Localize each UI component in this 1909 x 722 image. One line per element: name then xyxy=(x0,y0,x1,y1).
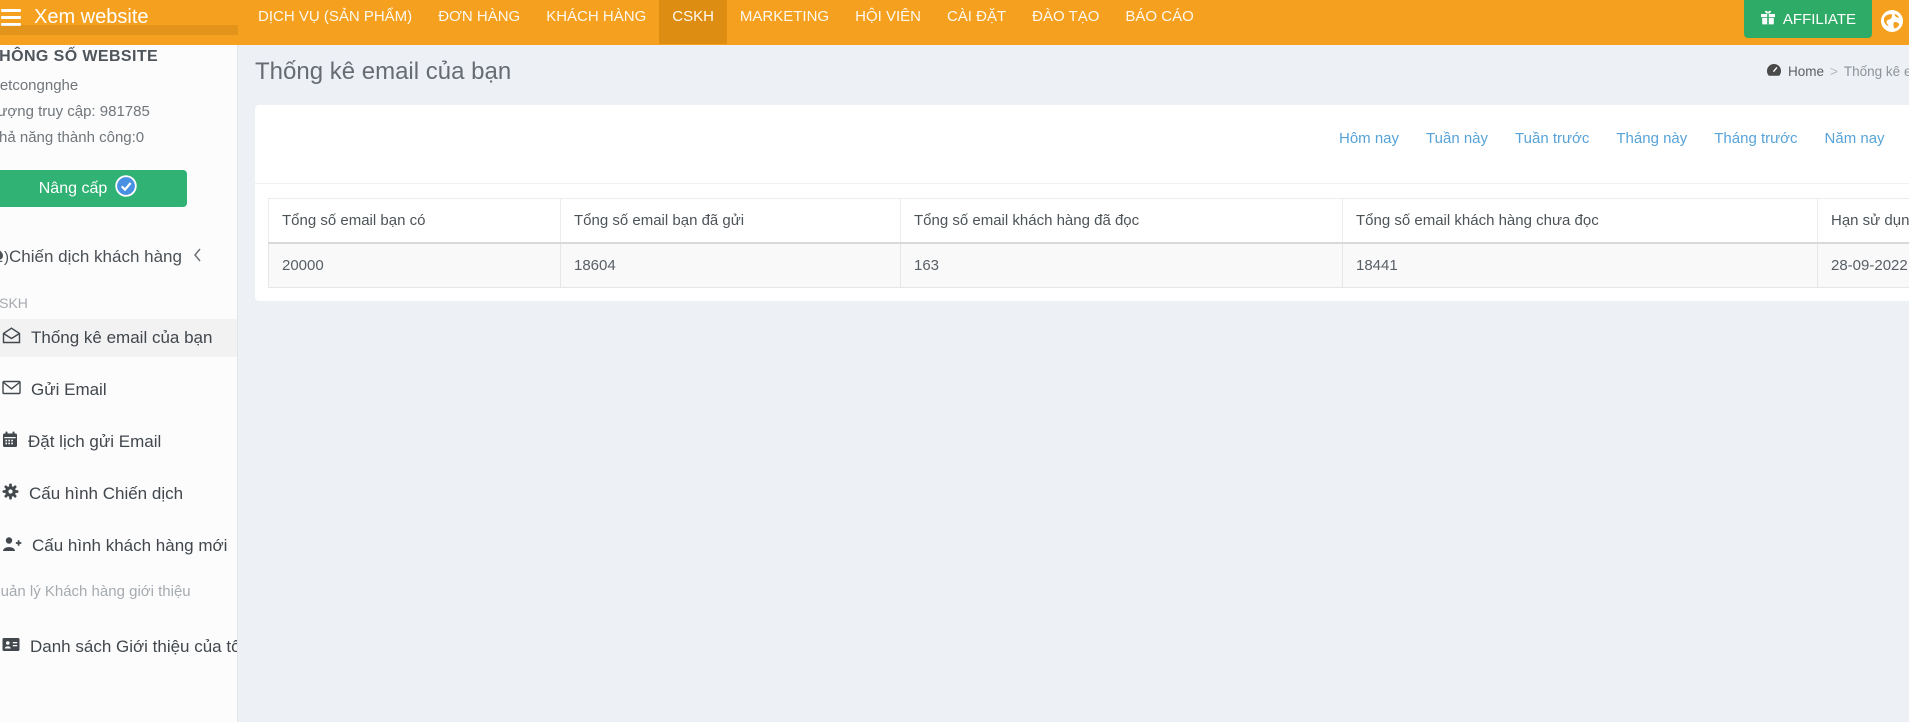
affiliate-label: AFFILIATE xyxy=(1782,10,1856,28)
upgrade-button[interactable]: Nâng cấp xyxy=(0,170,187,207)
table-row: 20000 18604 163 18441 28-09-2022 xyxy=(268,242,1909,288)
breadcrumb-separator: > xyxy=(1830,64,1838,79)
sidebar: THÔNG SỐ WEBSITE vietcongnghe Lượng truy… xyxy=(0,35,238,722)
gear-icon xyxy=(2,483,19,505)
panel-header: Hôm nay Tuần này Tuần trước Tháng này Th… xyxy=(255,105,1909,184)
website-stats-heading: THÔNG SỐ WEBSITE xyxy=(0,48,159,65)
content-area: Thống kê email của bạn Home > Thống kê e… xyxy=(238,45,1909,722)
campaign-group-header[interactable]: ( ) Chiến dịch khách hàng xyxy=(0,247,237,267)
cell-unread-emails: 18441 xyxy=(1342,242,1818,288)
gift-icon xyxy=(1760,10,1776,29)
top-navbar: Xem website DỊCH VỤ (SẢN PHẨM) ĐƠN HÀNG … xyxy=(0,0,1909,45)
id-card-icon xyxy=(2,637,20,657)
sidebar-item-label: Gửi Email xyxy=(31,380,107,399)
nav-item-bao-cao[interactable]: BÁO CÁO xyxy=(1112,0,1206,35)
sidebar-item-label: Danh sách Giới thiệu của tôi xyxy=(30,637,238,656)
nav-item-hoi-vien[interactable]: HỘI VIÊN xyxy=(842,0,934,35)
dashboard-icon xyxy=(1766,63,1782,80)
filter-this-year[interactable]: Năm nay xyxy=(1825,130,1885,147)
page-title: Thống kê email của bạn xyxy=(255,58,512,85)
section-label-cskh: CSKH xyxy=(0,295,28,311)
column-header: Tổng số email bạn đã gửi xyxy=(560,198,901,244)
breadcrumb-current: Thống kê email của bạn xyxy=(1843,64,1909,79)
success-rate-stat: Khả năng thành công:0 xyxy=(0,129,145,146)
cell-sent-emails: 18604 xyxy=(560,242,901,288)
nav-item-cskh[interactable]: CSKH xyxy=(659,0,727,44)
upgrade-label: Nâng cấp xyxy=(38,179,108,197)
filter-this-week[interactable]: Tuần này xyxy=(1426,130,1488,147)
stats-panel: Hôm nay Tuần này Tuần trước Tháng này Th… xyxy=(255,105,1909,301)
email-stats-table: Tổng số email bạn có Tổng số email bạn đ… xyxy=(268,198,1909,288)
breadcrumb: Home > Thống kê email của bạn xyxy=(1766,63,1909,80)
cell-read-emails: 163 xyxy=(900,242,1343,288)
nav-item-khach-hang[interactable]: KHÁCH HÀNG xyxy=(533,0,659,35)
nav-item-dich-vu[interactable]: DỊCH VỤ (SẢN PHẨM) xyxy=(245,0,425,35)
column-header: Tổng số email khách hàng chưa đọc xyxy=(1342,198,1818,244)
chevron-left-icon[interactable] xyxy=(193,247,202,267)
nav-item-marketing[interactable]: MARKETING xyxy=(727,0,842,35)
globe-icon[interactable] xyxy=(1880,9,1904,33)
filter-this-month[interactable]: Tháng này xyxy=(1616,130,1687,147)
sidebar-item-send-email[interactable]: Gửi Email xyxy=(0,371,237,409)
affiliate-button[interactable]: AFFILIATE xyxy=(1743,0,1872,38)
filter-today[interactable]: Hôm nay xyxy=(1339,130,1399,147)
sidebar-item-new-customer-config[interactable]: Cấu hình khách hàng mới xyxy=(0,527,237,565)
check-circle-icon xyxy=(115,175,137,202)
brand-shade xyxy=(0,25,238,35)
section-label-referral: Quản lý Khách hàng giới thiệu xyxy=(0,583,191,600)
column-header: Hạn sử dụng xyxy=(1817,198,1909,244)
sidebar-item-label: Cấu hình Chiến dịch xyxy=(29,484,184,503)
sidebar-item-schedule-email[interactable]: Đặt lịch gửi Email xyxy=(0,423,237,461)
top-navigation: DỊCH VỤ (SẢN PHẨM) ĐƠN HÀNG KHÁCH HÀNG C… xyxy=(245,0,1207,45)
traffic-stat: Lượng truy cập: 981785 xyxy=(0,103,150,120)
sidebar-item-label: Đặt lịch gửi Email xyxy=(28,432,162,451)
sidebar-item-my-referrals[interactable]: Danh sách Giới thiệu của tôi xyxy=(0,628,238,666)
breadcrumb-home[interactable]: Home xyxy=(1788,64,1824,79)
sidebar-item-email-stats[interactable]: Thống kê email của bạn xyxy=(0,319,237,357)
calendar-icon xyxy=(2,431,18,453)
nav-item-don-hang[interactable]: ĐƠN HÀNG xyxy=(425,0,533,35)
cell-expiry-date: 28-09-2022 xyxy=(1817,242,1909,288)
panel-body: Tổng số email bạn có Tổng số email bạn đ… xyxy=(255,184,1909,301)
user-plus-icon xyxy=(2,536,22,557)
sidebar-item-campaign-config[interactable]: Cấu hình Chiến dịch xyxy=(0,475,237,513)
nav-item-dao-tao[interactable]: ĐÀO TẠO xyxy=(1019,0,1112,35)
cell-total-emails: 20000 xyxy=(268,242,561,288)
nav-item-cai-dat[interactable]: CÀI ĐẶT xyxy=(934,0,1019,35)
site-name: vietcongnghe xyxy=(0,77,79,94)
envelope-icon xyxy=(2,380,21,400)
table-header-row: Tổng số email bạn có Tổng số email bạn đ… xyxy=(268,198,1909,244)
filter-last-month[interactable]: Tháng trước xyxy=(1714,130,1797,147)
column-header: Tổng số email khách hàng đã đọc xyxy=(900,198,1343,244)
campaign-group-label: Chiến dịch khách hàng xyxy=(9,247,182,266)
filter-last-week[interactable]: Tuần trước xyxy=(1515,130,1589,147)
sidebar-item-label: Thống kê email của bạn xyxy=(31,328,213,347)
sidebar-item-label: Cấu hình khách hàng mới xyxy=(32,536,228,555)
brand-area: Xem website xyxy=(0,0,238,35)
sidebar-menu: Thống kê email của bạn Gửi Email Đặt lịc… xyxy=(0,319,237,565)
date-filters: Hôm nay Tuần này Tuần trước Tháng này Th… xyxy=(1339,130,1885,147)
column-header: Tổng số email bạn có xyxy=(268,198,561,244)
envelope-open-icon xyxy=(2,327,21,349)
